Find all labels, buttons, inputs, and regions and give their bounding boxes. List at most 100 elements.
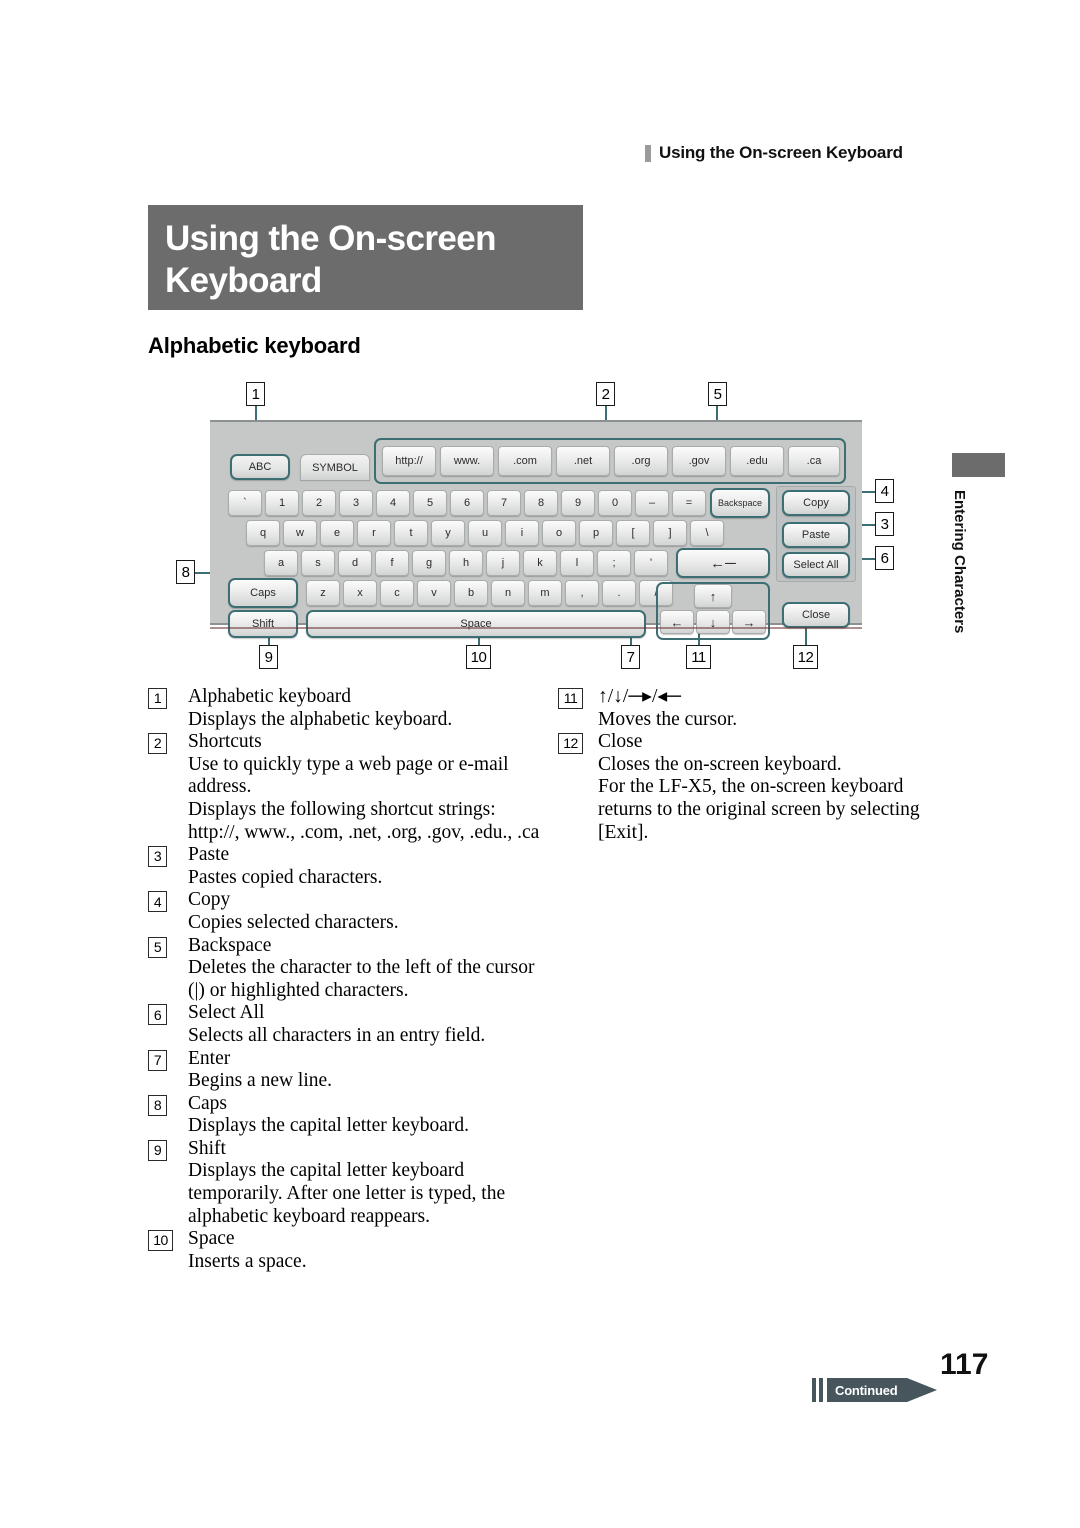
key-y[interactable]: y xyxy=(431,520,465,546)
description-entry-line: For the LF-X5, the on-screen keyboard xyxy=(598,776,904,798)
key-arrow-down[interactable]: ↓ xyxy=(696,610,730,634)
continued-label: Continued xyxy=(827,1378,908,1402)
key-l[interactable]: l xyxy=(560,550,594,576)
key-5[interactable]: 5 xyxy=(413,490,447,516)
description-entry-line: Moves the cursor. xyxy=(598,708,738,730)
key-slash[interactable]: / xyxy=(639,580,673,606)
description-entry-line: Displays the alphabetic keyboard. xyxy=(188,708,453,730)
key-arrow-up[interactable]: ↑ xyxy=(694,584,732,608)
key-period[interactable]: . xyxy=(602,580,636,606)
description-entry: 2 Shortcuts Use to quickly type a web page… xyxy=(148,731,548,844)
shortcut-key-edu[interactable]: .edu xyxy=(730,446,784,476)
callout-8: 8 xyxy=(176,560,195,584)
key-caps[interactable]: Caps xyxy=(228,578,298,608)
key-w[interactable]: w xyxy=(283,520,317,546)
shortcut-key-http[interactable]: http:// xyxy=(382,446,436,476)
continued-marker: Continued xyxy=(812,1378,938,1402)
key-2[interactable]: 2 xyxy=(302,490,336,516)
keyboard-tab-abc[interactable]: ABC xyxy=(230,454,290,480)
key-shift[interactable]: Shift xyxy=(228,610,298,638)
key-4[interactable]: 4 xyxy=(376,490,410,516)
key-x[interactable]: x xyxy=(343,580,377,606)
thumb-tab-label: Entering Characters xyxy=(951,490,968,634)
callout-1: 1 xyxy=(246,382,265,406)
callout-4: 4 xyxy=(875,479,894,503)
key-8[interactable]: 8 xyxy=(524,490,558,516)
key-q[interactable]: q xyxy=(246,520,280,546)
key-j[interactable]: j xyxy=(486,550,520,576)
key-apostrophe[interactable]: ' xyxy=(634,550,668,576)
key-v[interactable]: v xyxy=(417,580,451,606)
callout-3: 3 xyxy=(875,512,894,536)
chapter-title-line-1: Using the On-screen xyxy=(165,219,497,258)
key-u[interactable]: u xyxy=(468,520,502,546)
key-e[interactable]: e xyxy=(320,520,354,546)
key-r[interactable]: r xyxy=(357,520,391,546)
description-entry-term: Shortcuts xyxy=(188,731,262,753)
button-copy[interactable]: Copy xyxy=(782,490,850,516)
description-entry-line: Use to quickly type a web page or e-mail xyxy=(188,753,509,775)
key-1[interactable]: 1 xyxy=(265,490,299,516)
description-entry-line: Displays the capital letter keyboard. xyxy=(188,1115,470,1137)
key-backtick[interactable]: ` xyxy=(228,490,262,516)
key-space[interactable]: Space xyxy=(306,610,646,638)
button-paste[interactable]: Paste xyxy=(782,522,850,548)
button-close[interactable]: Close xyxy=(782,602,850,628)
key-3[interactable]: 3 xyxy=(339,490,373,516)
callout-11: 11 xyxy=(686,645,711,669)
description-entry-number: 12 xyxy=(558,733,583,755)
key-minus[interactable]: – xyxy=(635,490,669,516)
key-a[interactable]: a xyxy=(264,550,298,576)
key-o[interactable]: o xyxy=(542,520,576,546)
key-9[interactable]: 9 xyxy=(561,490,595,516)
key-d[interactable]: d xyxy=(338,550,372,576)
key-equals[interactable]: = xyxy=(672,490,706,516)
key-backspace[interactable]: Backspace xyxy=(710,488,770,518)
callout-10: 10 xyxy=(466,645,491,669)
key-i[interactable]: i xyxy=(505,520,539,546)
description-entry-term: Copy xyxy=(188,889,231,911)
shortcut-key-net[interactable]: .net xyxy=(556,446,610,476)
key-z[interactable]: z xyxy=(306,580,340,606)
key-enter[interactable]: ←─ xyxy=(676,548,770,578)
key-arrow-right[interactable]: → xyxy=(732,610,766,634)
key-6[interactable]: 6 xyxy=(450,490,484,516)
key-k[interactable]: k xyxy=(523,550,557,576)
key-backslash[interactable]: \ xyxy=(690,520,724,546)
description-entry-line: Closes the on-screen keyboard. xyxy=(598,753,842,775)
callout-2: 2 xyxy=(596,382,615,406)
description-entry-line: (|) or highlighted characters. xyxy=(188,979,409,1001)
key-semicolon[interactable]: ; xyxy=(597,550,631,576)
shortcut-key-org[interactable]: .org xyxy=(614,446,668,476)
key-m[interactable]: m xyxy=(528,580,562,606)
description-entry-line: alphabetic keyboard reappears. xyxy=(188,1205,430,1227)
shortcut-key-com[interactable]: .com xyxy=(498,446,552,476)
description-entry-term: Select All xyxy=(188,1002,265,1024)
key-0[interactable]: 0 xyxy=(598,490,632,516)
onscreen-keyboard-figure: ABC SYMBOL http:// www. .com .net .org .… xyxy=(210,420,862,640)
key-s[interactable]: s xyxy=(301,550,335,576)
description-entry-line: returns to the original screen by select… xyxy=(598,798,920,820)
key-t[interactable]: t xyxy=(394,520,428,546)
shortcut-key-www[interactable]: www. xyxy=(440,446,494,476)
key-h[interactable]: h xyxy=(449,550,483,576)
section-heading: Alphabetic keyboard xyxy=(148,333,361,358)
key-b[interactable]: b xyxy=(454,580,488,606)
continued-arrow-icon xyxy=(907,1378,938,1402)
key-f[interactable]: f xyxy=(375,550,409,576)
key-7[interactable]: 7 xyxy=(487,490,521,516)
shortcut-key-gov[interactable]: .gov xyxy=(672,446,726,476)
key-comma[interactable]: , xyxy=(565,580,599,606)
key-bracket-right[interactable]: ] xyxy=(653,520,687,546)
key-p[interactable]: p xyxy=(579,520,613,546)
key-arrow-left[interactable]: ← xyxy=(660,610,694,634)
keyboard-tab-symbol[interactable]: SYMBOL xyxy=(300,454,370,480)
shortcut-key-ca[interactable]: .ca xyxy=(788,446,840,476)
key-g[interactable]: g xyxy=(412,550,446,576)
key-n[interactable]: n xyxy=(491,580,525,606)
key-c[interactable]: c xyxy=(380,580,414,606)
callout-12: 12 xyxy=(793,645,818,669)
button-select-all[interactable]: Select All xyxy=(782,552,850,578)
key-bracket-left[interactable]: [ xyxy=(616,520,650,546)
description-entry: 8 Caps Displays the capital letter keyboar… xyxy=(148,1093,548,1138)
